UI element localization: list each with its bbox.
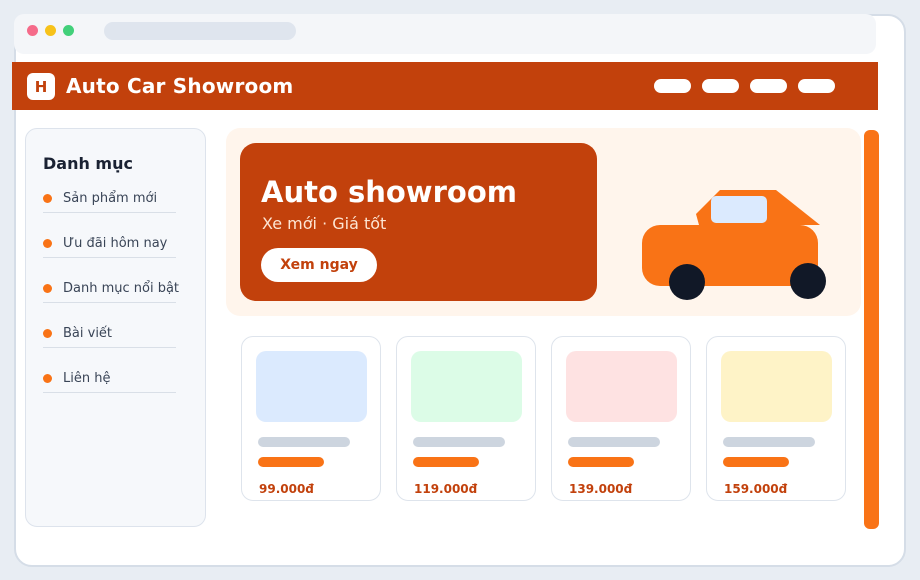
car-wheel-front: [669, 264, 705, 300]
nav-item-3[interactable]: [750, 79, 787, 93]
logo[interactable]: H: [27, 73, 55, 100]
window-minimize-button[interactable]: [45, 25, 56, 36]
product-tag-placeholder: [413, 457, 479, 467]
product-thumbnail: [256, 351, 367, 422]
nav-item-1[interactable]: [654, 79, 691, 93]
bullet-icon: [43, 194, 52, 203]
nav-item-2[interactable]: [702, 79, 739, 93]
divider: [43, 347, 176, 348]
hero-subtitle: Xe mới · Giá tốt: [262, 214, 387, 233]
sidebar-item-todays-deals[interactable]: Ưu đãi hôm nay: [43, 225, 176, 270]
sidebar-item-label: Liên hệ: [63, 371, 111, 386]
nav-item-4[interactable]: [798, 79, 835, 93]
hero-banner: Auto showroom Xe mới · Giá tốt Xem ngay: [226, 128, 861, 316]
app-title: Auto Car Showroom: [66, 74, 294, 98]
sidebar-title: Danh mục: [43, 154, 133, 173]
window-close-button[interactable]: [27, 25, 38, 36]
product-card-3[interactable]: 139.000đ: [551, 336, 691, 501]
product-thumbnail: [411, 351, 522, 422]
sidebar-item-contact[interactable]: Liên hệ: [43, 360, 176, 405]
bullet-icon: [43, 374, 52, 383]
hero-card: Auto showroom Xe mới · Giá tốt Xem ngay: [240, 143, 597, 301]
bullet-icon: [43, 329, 52, 338]
bullet-icon: [43, 239, 52, 248]
product-tag-placeholder: [258, 457, 324, 467]
sidebar-item-label: Danh mục nổi bật: [63, 281, 180, 296]
sidebar-item-label: Ưu đãi hôm nay: [63, 236, 168, 251]
product-price: 99.000đ: [259, 482, 314, 496]
address-bar[interactable]: [104, 22, 296, 40]
product-name-placeholder: [723, 437, 815, 447]
product-price: 139.000đ: [569, 482, 633, 496]
car-wheel-rear: [790, 263, 826, 299]
window-maximize-button[interactable]: [63, 25, 74, 36]
product-price: 119.000đ: [414, 482, 478, 496]
product-tag-placeholder: [568, 457, 634, 467]
product-thumbnail: [566, 351, 677, 422]
product-card-2[interactable]: 119.000đ: [396, 336, 536, 501]
app-header: H Auto Car Showroom: [12, 62, 878, 110]
sidebar-item-featured-categories[interactable]: Danh mục nổi bật: [43, 270, 180, 315]
sidebar-item-new-products[interactable]: Sản phẩm mới: [43, 180, 176, 225]
bullet-icon: [43, 284, 52, 293]
product-card-1[interactable]: 99.000đ: [241, 336, 381, 501]
product-price: 159.000đ: [724, 482, 788, 496]
hero-title: Auto showroom: [261, 175, 517, 209]
sidebar-item-articles[interactable]: Bài viết: [43, 315, 176, 360]
car-illustration: [642, 190, 826, 300]
product-tag-placeholder: [723, 457, 789, 467]
product-thumbnail: [721, 351, 832, 422]
product-name-placeholder: [413, 437, 505, 447]
sidebar-item-label: Bài viết: [63, 326, 113, 341]
divider: [43, 302, 176, 303]
category-sidebar: Danh mục Sản phẩm mới Ưu đãi hôm nay Dan…: [25, 128, 206, 527]
scrollbar[interactable]: [864, 130, 879, 529]
divider: [43, 392, 176, 393]
product-name-placeholder: [258, 437, 350, 447]
car-window: [711, 196, 767, 223]
product-name-placeholder: [568, 437, 660, 447]
product-card-4[interactable]: 159.000đ: [706, 336, 846, 501]
view-now-button[interactable]: Xem ngay: [261, 248, 377, 282]
divider: [43, 212, 176, 213]
divider: [43, 257, 176, 258]
sidebar-item-label: Sản phẩm mới: [63, 191, 158, 206]
